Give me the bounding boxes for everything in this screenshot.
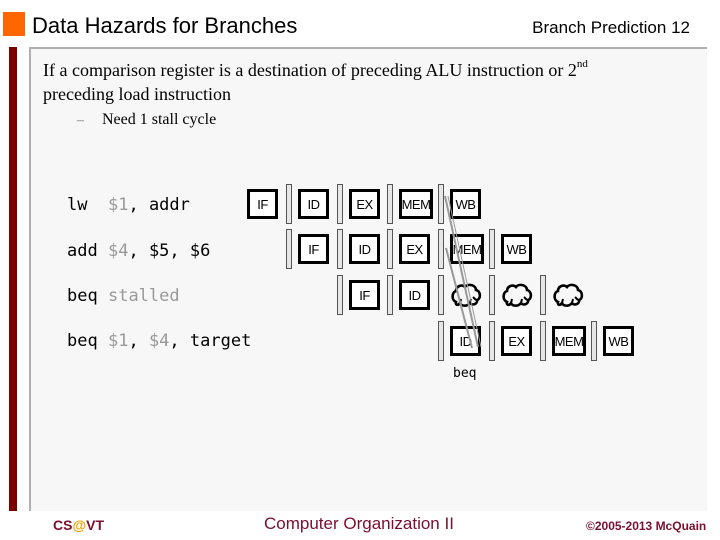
- pipeline-register: [337, 275, 343, 315]
- bullet-line-2: preceding load instruction: [43, 84, 231, 104]
- pipeline-register: [387, 184, 393, 224]
- pipeline-register: [540, 275, 546, 315]
- stage-mem: MEM: [399, 189, 433, 219]
- stall-bubble-icon: [552, 282, 584, 308]
- stage-wb: WB: [501, 234, 532, 264]
- footer-vt: VT: [86, 517, 104, 533]
- slide-title: Data Hazards for Branches: [32, 13, 298, 38]
- stage-id: ID: [298, 189, 329, 219]
- left-accent-bar: [9, 47, 17, 511]
- bullet-line-1: If a comparison register is a destinatio…: [43, 58, 588, 81]
- stage-ex: EX: [349, 189, 380, 219]
- opcode: add: [67, 241, 98, 261]
- pipeline-register: [489, 321, 495, 361]
- footer-copyright: ©2005-2013 McQuain: [586, 519, 707, 533]
- opcode: lw: [67, 195, 88, 215]
- pipeline-register: [286, 229, 292, 269]
- instruction-lw: lw $1, addr: [67, 195, 190, 215]
- stage-id: ID: [450, 326, 481, 356]
- slide-number: 12: [671, 18, 690, 37]
- stage-wb: WB: [450, 189, 481, 219]
- target-operand: , target: [169, 331, 252, 351]
- stage-wb: WB: [603, 326, 634, 356]
- bullet-text: If a comparison register is a destinatio…: [43, 60, 577, 80]
- stalled-label: stalled: [107, 286, 180, 306]
- comma: ,: [128, 195, 149, 215]
- pipeline-register: [591, 321, 597, 361]
- stage-mem: MEM: [450, 234, 484, 264]
- stage-ex: EX: [501, 326, 532, 356]
- pipeline-register: [489, 229, 495, 269]
- stage-if: IF: [298, 234, 329, 264]
- ordinal-suffix: nd: [576, 58, 588, 70]
- section-name: Branch Prediction: [532, 18, 667, 37]
- pipeline-register: [540, 321, 546, 361]
- pipeline-register: [438, 184, 444, 224]
- operand: $5, $6: [148, 241, 211, 261]
- stage-mem: MEM: [552, 326, 586, 356]
- sub-bullet-text: Need 1 stall cycle: [102, 111, 217, 128]
- slide-header-right: Branch Prediction 12: [532, 18, 690, 38]
- pipeline-register: [438, 229, 444, 269]
- comma: ,: [128, 331, 149, 351]
- title-accent-square: [3, 12, 25, 36]
- instruction-beq: beq $1, $4, target: [67, 331, 251, 351]
- source-register-2: $4: [148, 331, 170, 351]
- pipeline-register: [387, 275, 393, 315]
- beq-annotation: beq: [453, 366, 477, 381]
- instruction-beq-stalled: beq stalled: [67, 286, 180, 306]
- instruction-add: add $4, $5, $6: [67, 241, 210, 261]
- opcode: beq: [67, 331, 98, 351]
- dest-register: $4: [107, 241, 129, 261]
- footer-institution: CS@VT: [53, 517, 104, 533]
- pipeline-register: [489, 275, 495, 315]
- pipeline-register: [387, 229, 393, 269]
- pipeline-register: [337, 229, 343, 269]
- pipeline-register: [337, 184, 343, 224]
- stage-id: ID: [349, 234, 380, 264]
- pipeline-register: [438, 321, 444, 361]
- pipeline-register: [438, 275, 444, 315]
- footer-at: @: [72, 517, 87, 533]
- opcode: beq: [67, 286, 98, 306]
- source-register-1: $1: [107, 331, 129, 351]
- dest-register: $1: [107, 195, 129, 215]
- footer-course: Computer Organization II: [264, 514, 454, 533]
- operand: addr: [148, 195, 190, 215]
- footer-cs: CS: [53, 517, 73, 533]
- sub-bullet-dash: –: [77, 113, 84, 128]
- stage-if: IF: [247, 189, 278, 219]
- stage-ex: EX: [399, 234, 430, 264]
- stage-id: ID: [399, 280, 430, 310]
- pipeline-register: [286, 184, 292, 224]
- stage-if: IF: [349, 280, 380, 310]
- stall-bubble-icon: [501, 282, 533, 308]
- stall-bubble-icon: [450, 282, 482, 308]
- comma: ,: [128, 241, 149, 261]
